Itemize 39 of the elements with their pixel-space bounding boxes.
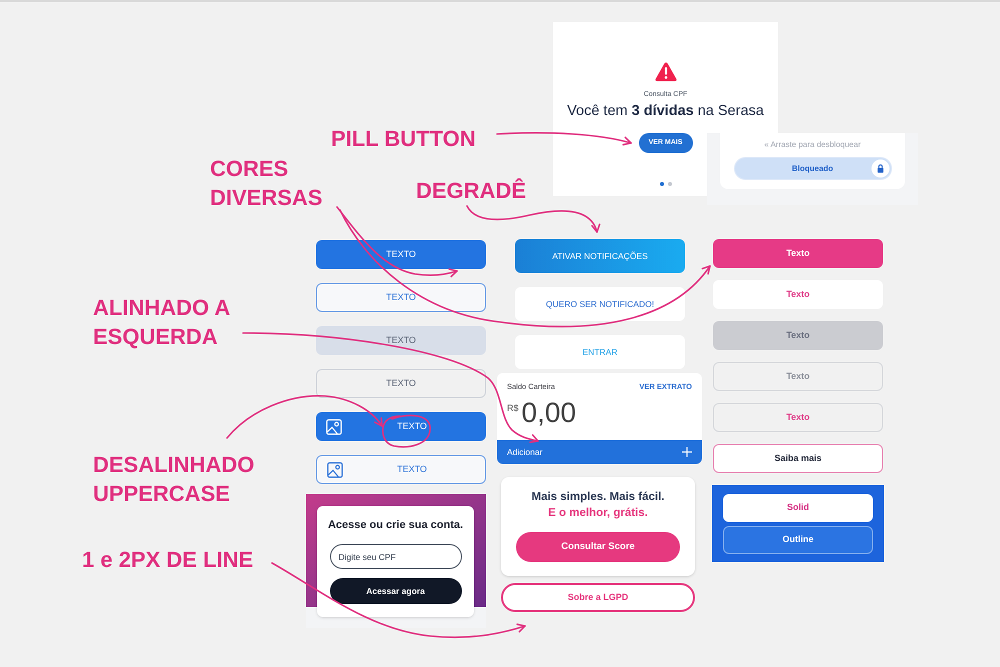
annotation-label: 1 e 2PX DE LINE xyxy=(82,546,254,574)
gradient-button[interactable]: ATIVAR NOTIFICAÇÕES xyxy=(515,239,685,273)
annotation-label: PILL BUTTON xyxy=(331,125,476,153)
unlock-slider[interactable]: Bloqueado xyxy=(734,157,892,180)
cpf-field[interactable]: Digite seu CPF xyxy=(330,544,462,569)
ghost-button[interactable]: TEXTO xyxy=(316,369,486,398)
balance-amount: 0,00 xyxy=(522,399,576,427)
login-title: Acesse ou crie sua conta. xyxy=(328,519,464,532)
currency-symbol: R$ xyxy=(507,403,519,413)
plus-icon xyxy=(682,447,692,457)
score-button[interactable]: Consultar Score xyxy=(516,532,680,562)
solid-button[interactable]: Solid xyxy=(723,494,873,522)
lock-icon[interactable] xyxy=(870,159,890,178)
primary-button[interactable]: TEXTO xyxy=(316,240,486,269)
primary-button[interactable]: TEXTO xyxy=(316,412,486,441)
muted-button[interactable]: Texto xyxy=(713,321,883,350)
outline-button[interactable]: TEXTO xyxy=(316,283,486,312)
card-headline: Você tem 3 dívidas na Serasa xyxy=(567,102,764,120)
lgpd-button[interactable]: Sobre a LGPD xyxy=(501,583,695,612)
promo-subtitle: E o melhor, grátis. xyxy=(548,506,648,521)
outline-button[interactable]: Outline xyxy=(723,526,873,554)
outline-button[interactable]: Saiba mais xyxy=(713,444,883,473)
ghost-button[interactable]: Texto xyxy=(713,403,883,432)
annotation-label: DESALINHADO UPPERCASE xyxy=(93,451,256,508)
outline-button[interactable]: TEXTO xyxy=(316,455,486,484)
secondary-button[interactable]: TEXTO xyxy=(316,326,486,355)
access-button[interactable]: Acessar agora xyxy=(330,578,462,604)
ghost-button[interactable]: Texto xyxy=(713,362,883,391)
secondary-button[interactable]: Texto xyxy=(713,280,883,309)
add-button[interactable]: Adicionar xyxy=(497,440,702,464)
unlock-hint: « Arraste para desbloquear xyxy=(764,140,861,150)
warning-icon xyxy=(654,62,676,82)
notify-button[interactable]: QUERO SER NOTIFICADO! xyxy=(515,287,685,321)
annotation-label: ALINHADO A ESQUERDA xyxy=(93,294,231,351)
primary-button[interactable]: Texto xyxy=(713,239,883,268)
enter-button[interactable]: ENTRAR xyxy=(515,335,685,369)
annotation-label: DEGRADÊ xyxy=(416,177,526,205)
promo-title: Mais simples. Mais fácil. xyxy=(532,490,664,505)
annotation-label: CORES DIVERSAS xyxy=(210,155,324,212)
